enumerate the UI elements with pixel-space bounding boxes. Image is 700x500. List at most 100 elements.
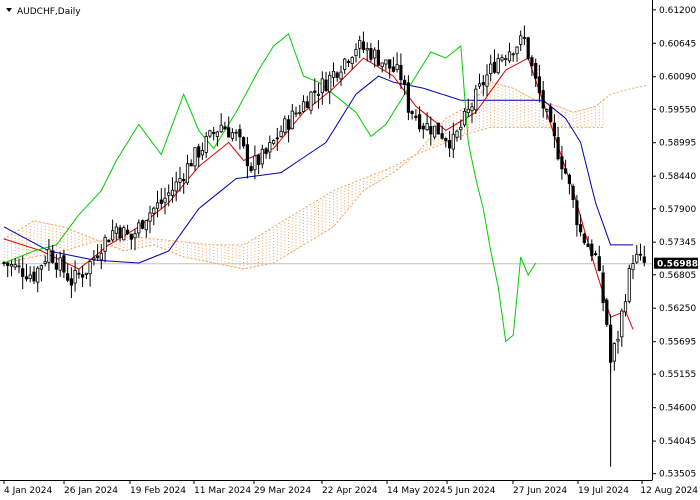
candle-body	[298, 112, 302, 114]
candle-body	[365, 48, 369, 51]
candle-body	[309, 91, 313, 111]
candle-body	[84, 272, 88, 275]
candle-body	[122, 227, 126, 241]
candle-body	[638, 253, 643, 256]
candle-body	[200, 150, 204, 156]
candle-body	[328, 74, 332, 93]
candle-body	[331, 71, 336, 78]
candle-body	[129, 233, 133, 240]
candle-body	[204, 136, 208, 153]
y-tick-label: 0.60090	[659, 73, 696, 83]
candle-body	[444, 138, 448, 142]
candle-body	[227, 127, 231, 138]
candle-body	[268, 142, 272, 153]
candle-body	[24, 276, 29, 280]
candle-body	[582, 233, 586, 244]
x-tick-label: 26 Jan 2024	[64, 486, 118, 496]
candle-body	[88, 261, 92, 275]
candle-body	[234, 131, 238, 134]
candle-body	[354, 49, 358, 57]
chart-header: AUDCHF,Daily	[6, 7, 81, 17]
candle-body	[391, 66, 396, 72]
candle-body	[402, 79, 407, 85]
candle-body	[384, 59, 388, 65]
candle-body	[9, 263, 14, 267]
x-tick-label: 19 Feb 2024	[130, 486, 186, 496]
candle-body	[545, 109, 549, 112]
candle-body	[215, 131, 219, 137]
candle-body	[339, 71, 343, 80]
y-tick-label: 0.60645	[659, 39, 696, 49]
candle-body	[567, 174, 572, 184]
candle-body	[301, 101, 306, 112]
candle-body	[579, 224, 583, 233]
candle-body	[470, 106, 474, 112]
candle-body	[541, 90, 545, 109]
candle-body	[182, 178, 186, 182]
candle-body	[526, 37, 530, 60]
candle-body	[283, 118, 287, 133]
y-tick-label: 0.54045	[659, 437, 696, 447]
candle-body	[373, 49, 377, 59]
price-axis: 0.61200 0.60645 0.60090 0.59550 0.58995 0.584…	[652, 6, 696, 480]
x-tick-label: 19 Jul 2024	[578, 486, 629, 496]
candle-body	[69, 278, 73, 286]
candle-body	[99, 253, 103, 261]
candle-body	[324, 79, 328, 92]
candle-body	[43, 261, 47, 264]
x-tick-label: 12 Aug 2024	[640, 486, 698, 496]
y-tick-label: 0.53505	[659, 470, 696, 480]
candle-body	[549, 106, 553, 123]
candle-body	[605, 299, 609, 325]
y-tick-label: 0.55155	[659, 370, 696, 380]
candle-body	[627, 268, 631, 302]
candle-body	[230, 132, 234, 139]
y-tick-label: 0.58440	[659, 172, 696, 182]
candle-body	[238, 129, 242, 138]
candle-body	[114, 226, 118, 234]
candle-body	[560, 156, 564, 170]
x-tick-label: 14 May 2024	[387, 486, 446, 496]
candle-body	[623, 301, 628, 313]
candle-body	[279, 130, 283, 137]
y-tick-label: 0.57900	[659, 205, 696, 215]
candle-body	[185, 163, 190, 184]
y-tick-label: 0.57345	[659, 238, 696, 248]
candle-body	[253, 155, 257, 171]
candle-body	[163, 197, 167, 203]
candle-body	[118, 227, 122, 239]
candle-body	[534, 63, 538, 79]
candle-body	[256, 154, 261, 165]
current-price-label: 0.56988	[657, 260, 698, 270]
candle-body	[178, 178, 182, 183]
candle-body	[92, 257, 96, 260]
candle-body	[537, 76, 542, 94]
candle-body	[219, 124, 223, 133]
candle-body	[140, 220, 145, 229]
candle-body	[208, 130, 212, 137]
candle-body	[552, 122, 557, 137]
candle-body	[58, 257, 62, 271]
candle-body	[249, 166, 253, 171]
candle-body	[358, 40, 362, 49]
candle-body	[462, 111, 467, 126]
candle-body	[571, 185, 575, 200]
candle-body	[167, 192, 171, 196]
y-tick-label: 0.55695	[659, 338, 696, 348]
candle-body	[564, 168, 568, 174]
symbol-title: AUDCHF,Daily	[17, 7, 81, 17]
y-tick-label: 0.59550	[659, 105, 696, 115]
y-tick-label: 0.61200	[659, 6, 696, 16]
candle-body	[320, 78, 324, 94]
candle-body	[594, 253, 598, 256]
x-tick-label: 5 Jun 2024	[447, 486, 496, 496]
candle-body	[496, 58, 500, 74]
candle-body	[197, 146, 201, 158]
candle-body	[39, 265, 44, 270]
candle-body	[601, 272, 605, 304]
x-tick-label: 4 Jan 2024	[4, 486, 52, 496]
candle-body	[305, 101, 309, 109]
candle-body	[447, 140, 452, 149]
candle-body	[369, 48, 373, 60]
candle-body	[290, 110, 294, 130]
